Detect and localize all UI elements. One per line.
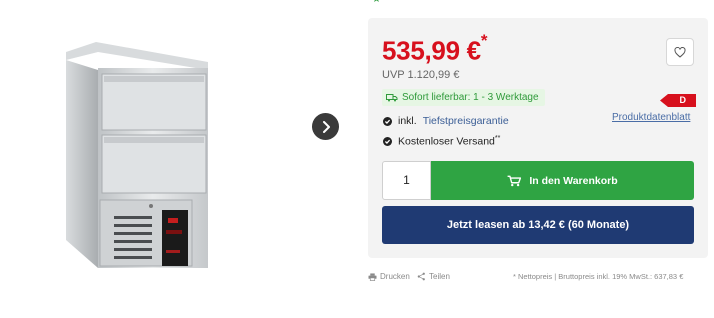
feature-free-shipping: Kostenloser Versand** (383, 135, 500, 148)
chevron-right-icon (322, 120, 330, 133)
product-image[interactable] (58, 40, 218, 275)
wishlist-button[interactable] (666, 38, 694, 66)
printer-icon (368, 272, 377, 281)
stock-text: Sofort lieferbar: 1 - 3 Werktage (402, 92, 539, 103)
energy-class-badge[interactable]: D (660, 94, 696, 107)
price: 535,99 €* (382, 31, 488, 66)
uvp-price: UVP 1.120,99 € (382, 69, 460, 81)
share-link[interactable]: Teilen (417, 272, 450, 281)
price-guarantee-link[interactable]: Tiefstpreisgarantie (423, 115, 509, 127)
add-to-cart-button[interactable]: In den Warenkorb (431, 161, 694, 200)
energy-arrow-icon (660, 94, 696, 107)
check-icon (383, 136, 392, 146)
feature-text: Kostenloser Versand** (398, 135, 501, 148)
cart-button-label: In den Warenkorb (529, 174, 618, 187)
cart-icon (507, 175, 522, 186)
feature-prefix: inkl. (398, 115, 417, 127)
quantity-input[interactable]: 1 (382, 161, 431, 200)
truck-icon (386, 94, 398, 102)
datasheet-link[interactable]: Produktdatenblatt (612, 112, 690, 123)
product-illustration (66, 42, 208, 268)
print-link[interactable]: Drucken (368, 272, 410, 281)
top-rating-strip: ★ (368, 0, 708, 6)
buy-box: 535,99 €* UVP 1.120,99 € Sofort lieferba… (368, 18, 708, 258)
feature-price-guarantee: inkl. Tiefstpreisgarantie (383, 115, 509, 127)
gallery-next-button[interactable] (312, 113, 339, 140)
heart-icon (674, 46, 686, 58)
print-label: Drucken (380, 272, 410, 281)
share-label: Teilen (429, 272, 450, 281)
tax-note: * Nettopreis | Bruttopreis inkl. 19% MwS… (513, 272, 684, 281)
price-asterisk: * (480, 31, 488, 50)
check-icon (383, 116, 392, 126)
energy-class-label: D (679, 95, 687, 105)
share-icon (417, 272, 425, 281)
star-icon: ★ (372, 0, 381, 5)
lease-button[interactable]: Jetzt leasen ab 13,42 € (60 Monate) (382, 206, 694, 244)
stock-badge: Sofort lieferbar: 1 - 3 Werktage (382, 89, 545, 106)
